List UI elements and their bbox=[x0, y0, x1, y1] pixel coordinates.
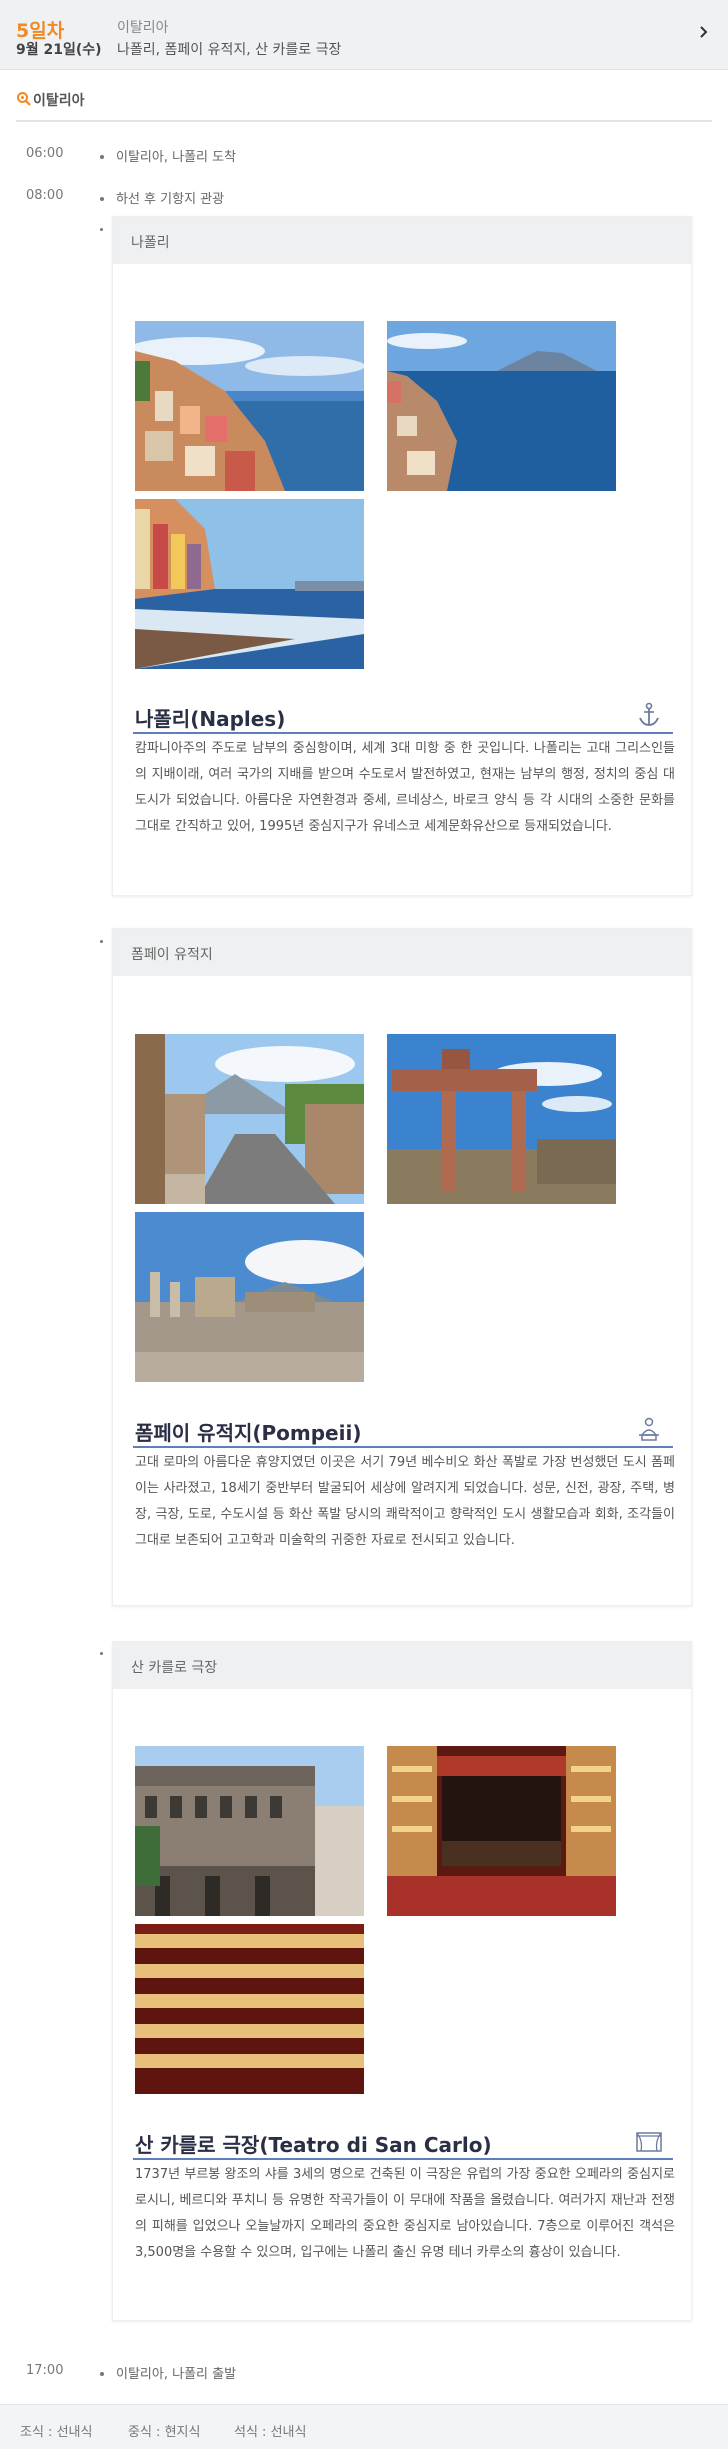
place-description: 고대 로마의 아름다운 휴양지였던 이곳은 서기 79년 베수비오 화산 폭발로… bbox=[135, 1455, 675, 1548]
card-header: 나폴리 bbox=[113, 217, 691, 264]
schedule-text: 이탈리아, 나폴리 출발 bbox=[116, 2367, 237, 2382]
card-header-label: 산 카를로 극장 bbox=[131, 1660, 218, 1676]
meal-breakfast: 조식 : 선내식 bbox=[20, 2425, 93, 2440]
title-underline bbox=[133, 1446, 673, 1448]
title-underline bbox=[133, 732, 673, 734]
bullet bbox=[100, 228, 103, 231]
bullet bbox=[100, 155, 104, 159]
naples-photo-3[interactable] bbox=[135, 499, 364, 669]
schedule-row: 08:00 하선 후 기항지 관광 bbox=[0, 188, 728, 212]
meal-lunch: 중식 : 현지식 bbox=[128, 2425, 201, 2440]
bullet bbox=[100, 197, 104, 201]
naples-photo-2[interactable] bbox=[387, 321, 616, 491]
day-country: 이탈리아 bbox=[117, 20, 169, 36]
schedule-text: 이탈리아, 나폴리 도착 bbox=[116, 150, 237, 165]
place-description: 캄파니아주의 주도로 남부의 중심항이며, 세계 3대 미항 중 한 곳입니다.… bbox=[135, 741, 675, 834]
pompeii-photo-2[interactable] bbox=[387, 1034, 616, 1204]
schedule-row: 17:00 이탈리아, 나폴리 출발 bbox=[0, 2363, 728, 2387]
bullet bbox=[100, 940, 103, 943]
day-date: 9월 21일(수) bbox=[16, 42, 102, 58]
card-header: 산 카를로 극장 bbox=[113, 1642, 691, 1689]
san-carlo-photo-3[interactable] bbox=[135, 1924, 364, 2094]
bullet bbox=[100, 2372, 104, 2376]
day-header[interactable]: 5일차 9월 21일(수) 이탈리아 나폴리, 폼페이 유적지, 산 카를로 극… bbox=[0, 0, 728, 70]
place-card-san-carlo: 산 카를로 극장 산 카를로 극장(Teatro di San Carlo) 1… bbox=[112, 1641, 692, 2321]
bullet bbox=[100, 1652, 103, 1655]
place-card-naples: 나폴리 나폴리(Naples) 캄파니아주의 주도로 남부의 중심항이며, 세계… bbox=[112, 216, 692, 896]
ruins-statue-icon bbox=[639, 1417, 659, 1441]
card-header-label: 나폴리 bbox=[131, 235, 170, 251]
region-label: 이탈리아 bbox=[33, 93, 85, 109]
pompeii-photo-3[interactable] bbox=[135, 1212, 364, 1382]
chevron-right-icon[interactable] bbox=[694, 22, 714, 42]
place-title: 산 카를로 극장(Teatro di San Carlo) bbox=[135, 2133, 492, 2157]
place-description: 1737년 부르봉 왕조의 샤를 3세의 명으로 건축된 이 극장은 유럽의 가… bbox=[135, 2167, 675, 2260]
meals-bar: 조식 : 선내식 중식 : 현지식 석식 : 선내식 bbox=[0, 2404, 728, 2449]
pompeii-photo-1[interactable] bbox=[135, 1034, 364, 1204]
schedule-time: 06:00 bbox=[26, 146, 64, 161]
san-carlo-photo-1[interactable] bbox=[135, 1746, 364, 1916]
day-places: 나폴리, 폼페이 유적지, 산 카를로 극장 bbox=[117, 42, 342, 58]
meal-dinner: 석식 : 선내식 bbox=[234, 2425, 307, 2440]
schedule-time: 08:00 bbox=[26, 188, 64, 203]
schedule-row: 06:00 이탈리아, 나폴리 도착 bbox=[0, 146, 728, 170]
theater-icon bbox=[636, 2132, 662, 2152]
schedule-time: 17:00 bbox=[26, 2363, 64, 2378]
card-header-label: 폼페이 유적지 bbox=[131, 947, 213, 963]
title-underline bbox=[133, 2158, 673, 2160]
place-title: 폼페이 유적지(Pompeii) bbox=[135, 1421, 362, 1445]
naples-photo-1[interactable] bbox=[135, 321, 364, 491]
san-carlo-photo-2[interactable] bbox=[387, 1746, 616, 1916]
region-heading: 이탈리아 bbox=[16, 88, 712, 122]
search-pin-icon bbox=[17, 92, 31, 106]
card-header: 폼페이 유적지 bbox=[113, 929, 691, 976]
place-card-pompeii: 폼페이 유적지 폼페이 유적지(Pompeii) 고대 로마의 아름다운 휴양지… bbox=[112, 928, 692, 1606]
anchor-icon bbox=[639, 702, 659, 726]
schedule-text: 하선 후 기항지 관광 bbox=[116, 192, 225, 207]
place-title: 나폴리(Naples) bbox=[135, 707, 286, 731]
